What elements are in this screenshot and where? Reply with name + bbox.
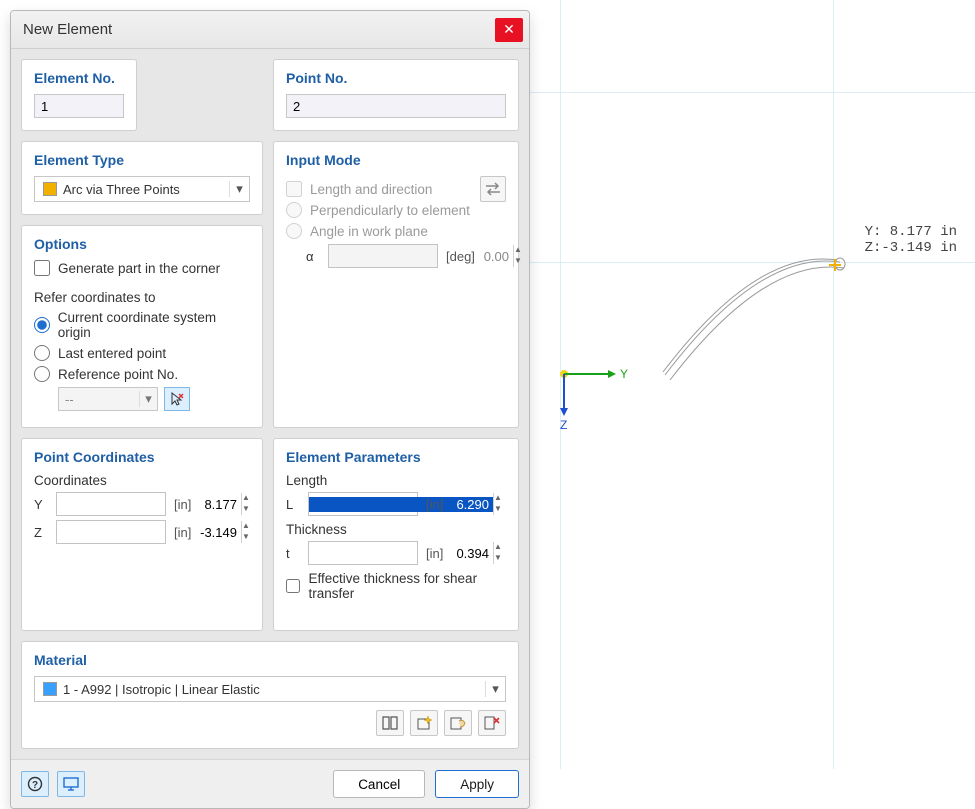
panel-element-type: Element Type Arc via Three Points ▾ (21, 141, 263, 215)
panel-point-no: Point No. (273, 59, 519, 131)
close-icon: ✕ (503, 21, 515, 38)
element-no-input[interactable] (34, 94, 124, 118)
point-no-input[interactable] (286, 94, 506, 118)
length-input[interactable]: ▲▼ (308, 492, 418, 516)
alpha-input: ▲▼ (328, 244, 438, 268)
chevron-down-icon: ▾ (229, 181, 249, 197)
length-sublabel: Length (286, 473, 506, 488)
edit-hand-icon (449, 715, 467, 731)
z-input[interactable]: ▲▼ (56, 520, 166, 544)
length-direction-checkbox: Length and direction (286, 181, 480, 197)
pick-point-button[interactable] (164, 387, 190, 411)
angle-radio: Angle in work plane (286, 223, 480, 239)
panel-point-coordinates: Point Coordinates Coordinates Y ▲▼ [in] … (21, 438, 263, 631)
element-type-dropdown[interactable]: Arc via Three Points ▾ (34, 176, 250, 202)
elem-params-label: Element Parameters (286, 449, 506, 465)
cancel-button[interactable]: Cancel (333, 770, 425, 798)
show-in-model-button[interactable] (57, 771, 85, 797)
dialog-title: New Element (23, 21, 495, 38)
new-element-dialog: New Element ✕ Element No. Point No. Elem… (10, 10, 530, 809)
panel-options: Options Generate part in the corner Refe… (21, 225, 263, 428)
material-library-button[interactable] (376, 710, 404, 736)
close-button[interactable]: ✕ (495, 18, 523, 42)
refer-last-radio[interactable]: Last entered point (34, 345, 250, 361)
element-type-swatch (43, 182, 57, 196)
help-button[interactable]: ? (21, 771, 49, 797)
thickness-sublabel: Thickness (286, 522, 506, 537)
effective-thickness-checkbox[interactable]: Effective thickness for shear transfer (286, 571, 506, 601)
reference-point-dropdown[interactable]: -- ▾ (58, 387, 158, 411)
cursor-readout: Y: 8.177 in Z:-3.149 in (865, 224, 957, 256)
help-icon: ? (27, 776, 43, 792)
t-label: t (286, 546, 300, 561)
material-label: Material (34, 652, 506, 668)
material-dropdown[interactable]: 1 - A992 | Isotropic | Linear Elastic ▾ (34, 676, 506, 702)
new-sparkle-icon (415, 715, 433, 731)
input-mode-label: Input Mode (286, 152, 506, 168)
material-delete-pick-button[interactable] (478, 710, 506, 736)
chevron-down-icon: ▾ (485, 681, 505, 697)
material-value: 1 - A992 | Isotropic | Linear Elastic (63, 682, 485, 697)
svg-text:?: ? (32, 780, 38, 791)
monitor-icon (62, 776, 80, 792)
axes-triad: Y Z (558, 362, 628, 432)
z-label: Z (34, 525, 48, 540)
refer-current-radio[interactable]: Current coordinate system origin (34, 310, 250, 340)
material-swatch (43, 682, 57, 696)
perpendicular-radio: Perpendicularly to element (286, 202, 480, 218)
generate-part-checkbox[interactable]: Generate part in the corner (34, 260, 250, 276)
element-no-label: Element No. (34, 70, 124, 86)
apply-button[interactable]: Apply (435, 770, 519, 798)
pick-cursor-icon (169, 391, 185, 407)
dialog-titlebar[interactable]: New Element ✕ (11, 11, 529, 49)
material-edit-button[interactable] (444, 710, 472, 736)
alpha-label: α (306, 249, 320, 264)
l-label: L (286, 497, 300, 512)
element-type-value: Arc via Three Points (63, 182, 229, 197)
svg-text:Y: Y (620, 367, 628, 381)
options-label: Options (34, 236, 250, 252)
panel-material: Material 1 - A992 | Isotropic | Linear E… (21, 641, 519, 749)
refer-refpoint-radio[interactable]: Reference point No. (34, 366, 250, 382)
direction-mode-button[interactable] (480, 176, 506, 202)
point-coords-label: Point Coordinates (34, 449, 250, 465)
y-label: Y (34, 497, 48, 512)
svg-text:Z: Z (560, 418, 567, 432)
y-input[interactable]: ▲▼ (56, 492, 166, 516)
chevron-down-icon: ▾ (139, 391, 157, 407)
coordinates-sublabel: Coordinates (34, 473, 250, 488)
viewport-3d[interactable]: Y Z Y: 8.177 in Z:-3.149 in (530, 0, 975, 769)
material-new-button[interactable] (410, 710, 438, 736)
panel-element-parameters: Element Parameters Length L ▲▼ [in] Thic… (273, 438, 519, 631)
panel-element-no: Element No. (21, 59, 137, 131)
refer-label: Refer coordinates to (34, 290, 250, 305)
book-icon (381, 715, 399, 731)
dialog-footer: ? Cancel Apply (11, 759, 529, 808)
swap-horizontal-icon (484, 182, 502, 196)
point-no-label: Point No. (286, 70, 506, 86)
element-type-label: Element Type (34, 152, 250, 168)
pick-delete-icon (483, 715, 501, 731)
thickness-input[interactable]: ▲▼ (308, 541, 418, 565)
panel-input-mode: Input Mode Length and direction Perpendi… (273, 141, 519, 428)
